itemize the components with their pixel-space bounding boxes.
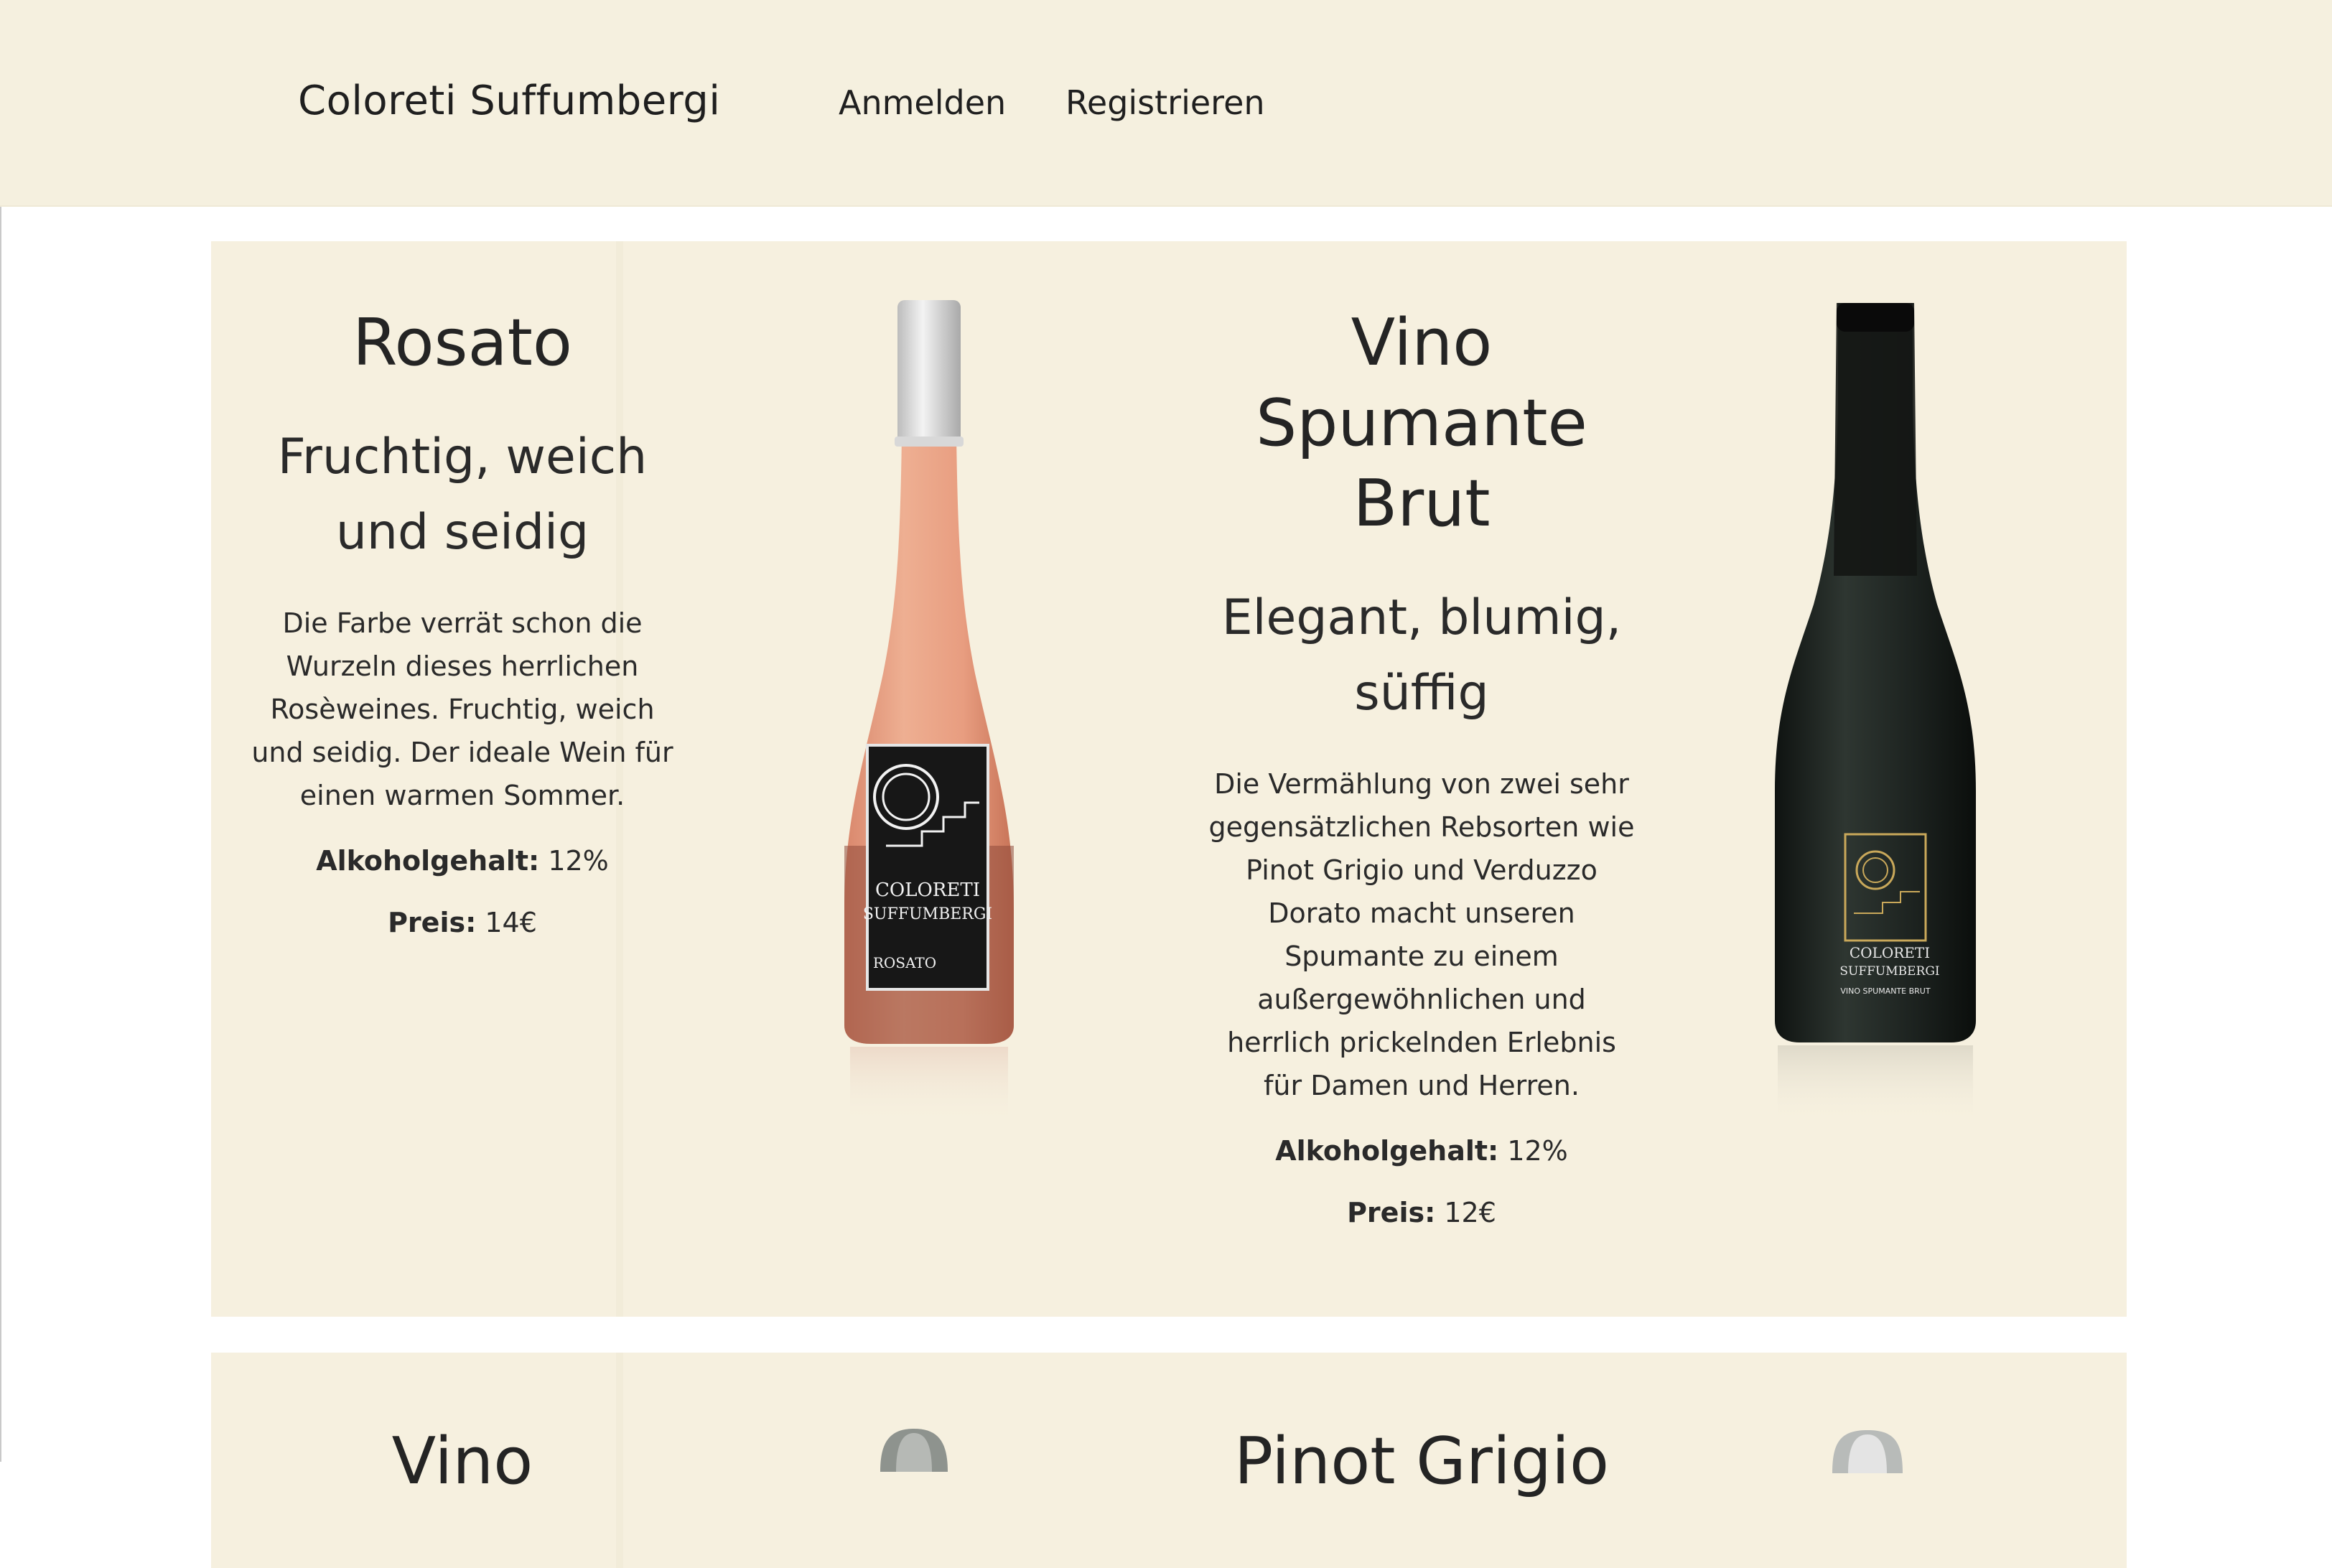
price-label: Preis:: [1347, 1197, 1436, 1228]
wine-title: Pinot Grigio: [1233, 1424, 1610, 1499]
wine-description: Die Vermählung von zwei sehr gegensätzli…: [1206, 762, 1637, 1107]
wine-subtitle: Fruchtig, weich und seidig: [247, 419, 678, 570]
nav-register-link[interactable]: Registrieren: [1065, 83, 1265, 122]
alcohol-value: 12%: [1507, 1135, 1568, 1167]
wine-price: Preis: 14€: [247, 905, 678, 941]
title-line: Spumante: [1256, 386, 1587, 461]
nav-login-link[interactable]: Anmelden: [839, 83, 1006, 122]
wine-info-vino: Vino: [247, 1422, 678, 1502]
bottle-label-text: SUFFUMBERGI: [863, 905, 992, 923]
subtitle-line: Fruchtig, weich: [277, 429, 648, 485]
wine-price: Preis: 12€: [1206, 1195, 1637, 1231]
site-header: Coloreti Suffumbergi Anmelden Registrier…: [0, 0, 2332, 207]
description-line: Pinot Grigio und Verduzzo: [1246, 854, 1598, 886]
vino-bottle-image: [874, 1429, 953, 1472]
wine-info-pinot-grigio: Pinot Grigio: [1206, 1422, 1637, 1502]
pinot-grigio-bottle-image: [1828, 1430, 1907, 1473]
description-line: gegensätzlichen Rebsorten wie: [1208, 811, 1635, 843]
price-value: 12€: [1444, 1197, 1496, 1228]
price-value: 14€: [485, 907, 537, 938]
subtitle-line: und seidig: [335, 504, 589, 561]
wine-info-spumante: Vino Spumante Brut Elegant, blumig, süff…: [1206, 303, 1637, 1231]
rosato-bottle-image: COLORETI SUFFUMBERGI ROSATO: [821, 300, 1037, 1126]
wine-card-row: Vino Pinot Grigio: [211, 1353, 2127, 1568]
wine-title: Vino Spumante Brut: [1206, 303, 1637, 544]
wine-description: Die Farbe verrät schon die Wurzeln diese…: [247, 602, 678, 817]
alcohol-value: 12%: [548, 845, 609, 877]
wine-alcohol: Alkoholgehalt: 12%: [247, 843, 678, 879]
description-line: einen warmen Sommer.: [299, 780, 625, 811]
description-line: Die Farbe verrät schon die: [282, 607, 643, 639]
price-label: Preis:: [388, 907, 477, 938]
wine-alcohol: Alkoholgehalt: 12%: [1206, 1133, 1637, 1169]
bottle-label-text: ROSATO: [873, 954, 936, 971]
description-line: Wurzeln dieses herrlichen: [286, 650, 639, 682]
description-line: und seidig. Der ideale Wein für: [251, 737, 673, 768]
subtitle-line: Elegant, blumig,: [1221, 589, 1622, 646]
brand-logo-link[interactable]: Coloreti Suffumbergi: [298, 78, 720, 124]
description-line: außergewöhnlichen und: [1257, 984, 1586, 1015]
bottle-label-text: SUFFUMBERGI: [1839, 964, 1939, 979]
spumante-bottle-image: COLORETI SUFFUMBERGI VINO SPUMANTE BRUT: [1768, 303, 1983, 1129]
bottle-label-text: VINO SPUMANTE BRUT: [1840, 986, 1930, 996]
description-line: Rosèweines. Fruchtig, weich: [270, 694, 655, 725]
wine-card-row: Rosato Fruchtig, weich und seidig Die Fa…: [211, 241, 2127, 1317]
description-line: herrlich prickelnden Erlebnis: [1227, 1027, 1616, 1058]
description-line: Die Vermählung von zwei sehr: [1214, 768, 1629, 800]
wine-subtitle: Elegant, blumig, süffig: [1206, 580, 1637, 731]
description-line: Spumante zu einem: [1284, 941, 1559, 972]
title-line: Vino: [1351, 305, 1493, 381]
title-line: Brut: [1353, 466, 1491, 541]
wine-title: Vino: [391, 1424, 533, 1499]
alcohol-label: Alkoholgehalt:: [1275, 1135, 1499, 1167]
bottle-label-text: COLORETI: [875, 879, 980, 901]
description-line: Dorato macht unseren: [1268, 897, 1575, 929]
wine-info-rosato: Rosato Fruchtig, weich und seidig Die Fa…: [247, 303, 678, 941]
bottle-label-text: COLORETI: [1850, 944, 1930, 961]
subtitle-line: süffig: [1354, 665, 1489, 722]
description-line: für Damen und Herren.: [1264, 1070, 1580, 1101]
alcohol-label: Alkoholgehalt:: [316, 845, 540, 877]
wine-title: Rosato: [353, 305, 572, 381]
